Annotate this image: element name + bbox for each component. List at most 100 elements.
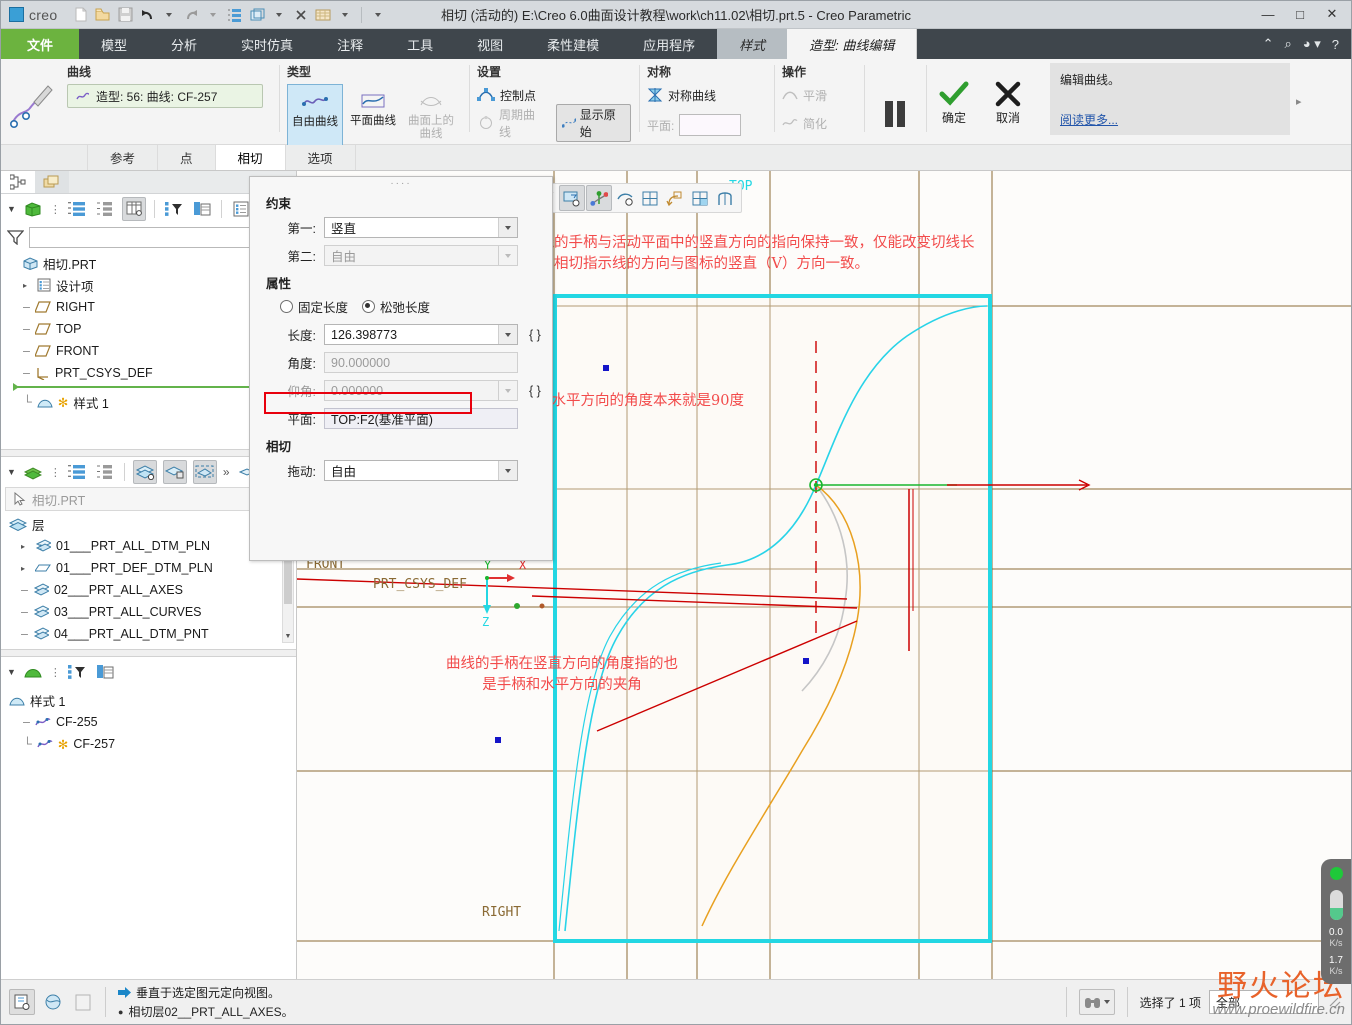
dialog-grip[interactable]: ···· bbox=[250, 177, 552, 189]
length-input[interactable]: 126.398773 bbox=[324, 324, 518, 345]
expand-all-icon[interactable] bbox=[66, 198, 88, 220]
chevron-down-icon[interactable] bbox=[1103, 1000, 1110, 1004]
scrollbar-thumb[interactable] bbox=[284, 557, 292, 604]
first-constraint-combo[interactable]: 竖直 bbox=[324, 217, 518, 238]
layer-select-icon[interactable] bbox=[192, 460, 217, 484]
navigator-splitter-2[interactable] bbox=[1, 649, 296, 657]
undo-dropdown-icon[interactable] bbox=[159, 5, 179, 25]
help-panel-expand-arrow[interactable]: ▸ bbox=[1290, 59, 1302, 144]
angle-input[interactable]: 90.000000 bbox=[324, 352, 518, 373]
window-dropdown-icon[interactable] bbox=[269, 5, 289, 25]
collapse-all-icon[interactable] bbox=[94, 461, 116, 483]
layer-root-icon[interactable] bbox=[22, 461, 44, 483]
tree-expand-arrow-icon[interactable]: ▼ bbox=[7, 204, 16, 214]
tree-root-icon[interactable] bbox=[22, 198, 44, 220]
window-switch-icon[interactable] bbox=[247, 5, 267, 25]
ribbon-tab-live-sim[interactable]: 实时仿真 bbox=[219, 29, 315, 59]
type-free-curve-button[interactable]: 自由曲线 bbox=[287, 84, 343, 146]
expand-all-icon[interactable] bbox=[66, 461, 88, 483]
ribbon-tab-applications[interactable]: 应用程序 bbox=[621, 29, 717, 59]
elevation-braces[interactable]: { } bbox=[529, 384, 541, 398]
open-file-icon[interactable] bbox=[93, 5, 113, 25]
chevron-down-icon[interactable] bbox=[498, 461, 517, 480]
redo-dropdown-icon[interactable] bbox=[203, 5, 223, 25]
collapse-all-icon[interactable] bbox=[94, 198, 116, 220]
search-icon[interactable]: ⌕ bbox=[1284, 36, 1291, 52]
ribbon-tab-view[interactable]: 视图 bbox=[455, 29, 525, 59]
scroll-down-icon[interactable]: ▼ bbox=[283, 630, 293, 642]
ribbon-tab-file[interactable]: 文件 bbox=[1, 29, 80, 59]
grid-icon[interactable] bbox=[638, 186, 662, 210]
symmetry-plane-field[interactable] bbox=[679, 114, 742, 136]
section-icon[interactable] bbox=[688, 186, 712, 210]
tangency-dialog[interactable]: ···· 约束 第一: 竖直 第二: 自由 属性 固定长度 松弛长度 长度: 1… bbox=[249, 176, 553, 561]
appearance-icon[interactable] bbox=[313, 5, 333, 25]
symmetry-curve-item[interactable]: 对称曲线 bbox=[647, 84, 766, 106]
tree-expander[interactable]: ▸ bbox=[21, 542, 30, 551]
blank-icon[interactable] bbox=[71, 990, 95, 1014]
plane-display-icon[interactable] bbox=[559, 185, 585, 211]
regenerate-icon[interactable] bbox=[225, 5, 245, 25]
ribbon-tab-style[interactable]: 样式 bbox=[717, 29, 788, 59]
style-expand-arrow-icon[interactable]: ▼ bbox=[7, 667, 16, 677]
relaxed-length-radio[interactable]: 松弛长度 bbox=[362, 297, 430, 316]
annotation-display-icon[interactable] bbox=[613, 186, 637, 210]
appearance-dropdown-icon[interactable] bbox=[335, 5, 355, 25]
axis-display-icon[interactable] bbox=[586, 185, 612, 211]
ribbon-tab-flexible[interactable]: 柔性建模 bbox=[525, 29, 621, 59]
plane-field[interactable]: TOP:F2(基准平面) bbox=[324, 408, 518, 429]
help-read-more-link[interactable]: 阅读更多... bbox=[1060, 111, 1118, 128]
layer-tree-tab[interactable] bbox=[35, 171, 69, 193]
tree-expander[interactable]: ▸ bbox=[21, 564, 30, 573]
show-original-button[interactable]: 显示原始 bbox=[555, 104, 631, 142]
chevron-down-icon[interactable] bbox=[498, 218, 517, 237]
layer-object-icon[interactable] bbox=[162, 460, 187, 484]
dashboard-tab-options[interactable]: 选项 bbox=[285, 145, 356, 170]
style-filter-icon[interactable] bbox=[66, 661, 88, 683]
curve-reference-field[interactable]: 造型: 56: 曲线: CF-257 bbox=[67, 84, 263, 108]
more-icon[interactable]: » bbox=[223, 465, 230, 479]
style-tree-root[interactable]: 样式 1 bbox=[9, 689, 296, 711]
save-icon[interactable] bbox=[115, 5, 135, 25]
confirm-button[interactable]: 确定 bbox=[934, 81, 974, 126]
close-button[interactable]: ✕ bbox=[1317, 3, 1347, 25]
redo-icon[interactable] bbox=[181, 5, 201, 25]
help-dropdown-icon[interactable]: ◕ ▾ bbox=[1303, 36, 1321, 52]
maximize-button[interactable]: □ bbox=[1285, 3, 1315, 25]
column-display-icon[interactable] bbox=[121, 197, 146, 221]
spin-center-icon[interactable] bbox=[663, 186, 687, 210]
dashboard-tab-references[interactable]: 参考 bbox=[88, 145, 159, 170]
type-planar-curve-button[interactable]: 平面曲线 bbox=[345, 84, 401, 146]
style-columns-icon[interactable] bbox=[94, 661, 116, 683]
minimize-button[interactable]: — bbox=[1253, 3, 1283, 25]
layer-item-4[interactable]: – 04___PRT_ALL_DTM_PNT bbox=[9, 623, 296, 645]
ribbon-tab-tools[interactable]: 工具 bbox=[385, 29, 455, 59]
spin-icon[interactable] bbox=[41, 990, 65, 1014]
tree-columns-icon[interactable] bbox=[191, 198, 213, 220]
dashboard-tab-tangency[interactable]: 相切 bbox=[215, 145, 286, 170]
ribbon-tab-annotate[interactable]: 注释 bbox=[315, 29, 385, 59]
layer-expand-arrow-icon[interactable]: ▼ bbox=[7, 467, 16, 477]
collapse-ribbon-icon[interactable]: ⌃ bbox=[1263, 36, 1274, 52]
network-speed-widget[interactable]: 0.0 K/s 1.7 K/s bbox=[1321, 859, 1351, 984]
style-curve-0[interactable]: – CF-255 bbox=[9, 711, 296, 733]
undo-icon[interactable] bbox=[137, 5, 157, 25]
qat-customize-icon[interactable] bbox=[368, 5, 388, 25]
layer-item-3[interactable]: – 03___PRT_ALL_CURVES bbox=[9, 601, 296, 623]
style-root-icon[interactable] bbox=[22, 661, 44, 683]
new-file-icon[interactable] bbox=[71, 5, 91, 25]
help-icon[interactable]: ? bbox=[1332, 37, 1339, 52]
tree-menu-icon[interactable]: ⋮ bbox=[50, 203, 61, 216]
tree-filter-icon[interactable] bbox=[163, 198, 185, 220]
ribbon-tab-model[interactable]: 模型 bbox=[79, 29, 149, 59]
length-braces[interactable]: { } bbox=[529, 328, 541, 342]
model-tree-tab[interactable] bbox=[1, 171, 35, 193]
layer-display-icon[interactable] bbox=[132, 460, 157, 484]
dashboard-tab-points[interactable]: 点 bbox=[158, 145, 216, 170]
settings-control-points[interactable]: 控制点 bbox=[477, 84, 631, 106]
layer-item-2[interactable]: – 02___PRT_ALL_AXES bbox=[9, 579, 296, 601]
appearance-gallery-icon[interactable] bbox=[713, 186, 737, 210]
chevron-down-icon[interactable] bbox=[498, 325, 517, 344]
layer-menu-icon[interactable]: ⋮ bbox=[50, 466, 61, 479]
search-tool-button[interactable] bbox=[1078, 989, 1115, 1015]
